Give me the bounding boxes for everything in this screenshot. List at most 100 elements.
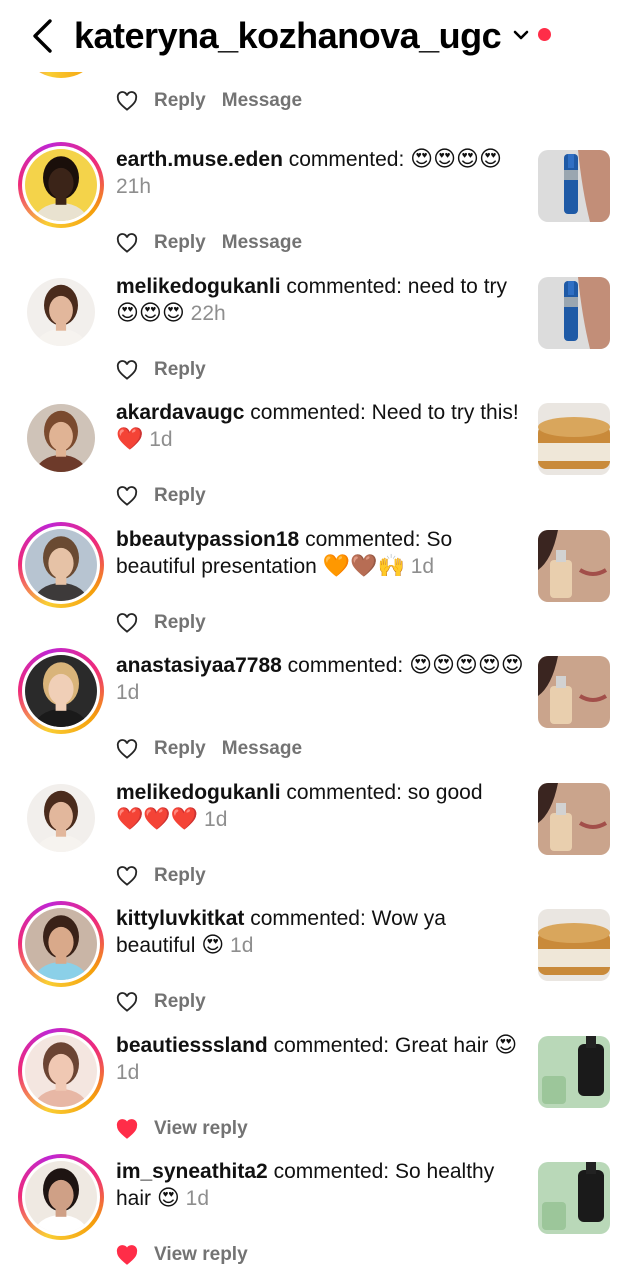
chevron-left-icon[interactable] xyxy=(30,18,56,54)
heart-filled-icon[interactable] xyxy=(116,1119,138,1139)
reply-button[interactable]: Reply xyxy=(154,359,206,381)
commented-label: commented: xyxy=(286,781,402,804)
avatar[interactable] xyxy=(18,775,104,861)
avatar[interactable] xyxy=(18,395,104,481)
commented-label: commented: xyxy=(250,907,366,930)
avatar[interactable] xyxy=(18,269,104,355)
commented-label: commented: xyxy=(287,654,404,677)
comment-actions: Reply Message xyxy=(116,230,318,256)
comment-text: bbeautypassion18 commented: So beautiful… xyxy=(116,526,524,580)
commented-label: commented: xyxy=(286,275,402,298)
timestamp: 21h xyxy=(116,175,152,198)
post-thumbnail[interactable] xyxy=(538,656,610,728)
heart-outline-icon[interactable] xyxy=(116,233,138,253)
timestamp: 1d xyxy=(116,1061,140,1084)
chevron-down-icon[interactable] xyxy=(512,28,530,42)
commented-label: commented: xyxy=(305,528,421,551)
comment-text: kittyluvkitkat commented: Wow ya beautif… xyxy=(116,905,524,959)
reply-button[interactable]: Reply xyxy=(154,485,206,507)
timestamp: 1d xyxy=(410,555,435,578)
post-thumbnail[interactable] xyxy=(538,909,610,981)
activity-feed: Reply Message earth.muse.eden commented:… xyxy=(0,0,636,1280)
comment-body: Great hair xyxy=(394,1034,489,1057)
timestamp: 1d xyxy=(230,934,254,957)
heart-outline-icon[interactable] xyxy=(116,992,138,1012)
emoji-text: 😍 xyxy=(494,1033,518,1058)
username[interactable]: kittyluvkitkat xyxy=(116,907,244,930)
comment-body: need to try xyxy=(407,275,508,298)
account-title[interactable]: kateryna_kozhanova_ugc xyxy=(74,14,502,58)
top-bar: kateryna_kozhanova_ugc xyxy=(0,0,636,72)
emoji-text: 😍 xyxy=(201,933,225,958)
avatar[interactable] xyxy=(18,1028,104,1114)
reply-button[interactable]: Reply xyxy=(154,738,206,760)
avatar[interactable] xyxy=(18,901,104,987)
username[interactable]: melikedogukanli xyxy=(116,275,281,298)
timestamp: 1d xyxy=(116,681,140,704)
reply-button[interactable]: Reply xyxy=(154,612,206,634)
username[interactable]: anastasiyaa7788 xyxy=(116,654,282,677)
avatar[interactable] xyxy=(18,142,104,228)
view-reply-button[interactable]: View reply xyxy=(154,1244,248,1266)
comment-text: melikedogukanli commented: need to try 😍… xyxy=(116,273,524,327)
timestamp: 1d xyxy=(204,808,228,831)
timestamp: 1d xyxy=(185,1187,210,1210)
comment-actions: Reply xyxy=(116,483,222,509)
username[interactable]: akardavaugc xyxy=(116,401,244,424)
username[interactable]: earth.muse.eden xyxy=(116,148,283,171)
comment-actions: View reply xyxy=(116,1242,264,1268)
commented-label: commented: xyxy=(250,401,366,424)
reply-button[interactable]: Reply xyxy=(154,991,206,1013)
heart-outline-icon[interactable] xyxy=(116,91,138,111)
username[interactable]: beautiesssland xyxy=(116,1034,268,1057)
heart-outline-icon[interactable] xyxy=(116,739,138,759)
heart-outline-icon[interactable] xyxy=(116,866,138,886)
post-thumbnail[interactable] xyxy=(538,403,610,475)
reply-button[interactable]: Reply xyxy=(154,232,206,254)
commented-label: commented: xyxy=(273,1160,390,1183)
heart-outline-icon[interactable] xyxy=(116,613,138,633)
comment-actions: Reply xyxy=(116,863,222,889)
username[interactable]: bbeautypassion18 xyxy=(116,528,299,551)
emoji-text: 🧡🤎🙌 xyxy=(322,554,405,579)
emoji-text: 😍😍😍 xyxy=(116,301,185,326)
comment-actions: Reply xyxy=(116,989,222,1015)
comment-actions: Reply Message xyxy=(116,736,318,762)
comment-actions: View reply xyxy=(116,1116,264,1142)
timestamp: 22h xyxy=(190,302,226,325)
emoji-text: 😍😍😍😍 xyxy=(410,147,502,172)
username[interactable]: im_syneathita2 xyxy=(116,1160,268,1183)
comment-text: anastasiyaa7788 commented: 😍😍😍😍😍 1d xyxy=(116,652,524,706)
emoji-text: 😍 xyxy=(156,1186,180,1211)
post-thumbnail[interactable] xyxy=(538,1036,610,1108)
commented-label: commented: xyxy=(273,1034,390,1057)
comment-actions: Reply xyxy=(116,610,222,636)
comment-text: earth.muse.eden commented: 😍😍😍😍 21h xyxy=(116,146,524,200)
timestamp: 1d xyxy=(149,428,173,451)
comment-text: im_syneathita2 commented: So healthy hai… xyxy=(116,1158,524,1212)
message-button[interactable]: Message xyxy=(222,738,302,760)
avatar[interactable] xyxy=(18,1154,104,1240)
message-button[interactable]: Message xyxy=(222,232,302,254)
comment-actions: Reply Message xyxy=(116,88,318,114)
comment-text: akardavaugc commented: Need to try this!… xyxy=(116,399,524,453)
heart-outline-icon[interactable] xyxy=(116,486,138,506)
reply-button[interactable]: Reply xyxy=(154,865,206,887)
reply-button[interactable]: Reply xyxy=(154,90,206,112)
post-thumbnail[interactable] xyxy=(538,530,610,602)
heart-filled-icon[interactable] xyxy=(116,1245,138,1265)
avatar[interactable] xyxy=(18,522,104,608)
post-thumbnail[interactable] xyxy=(538,150,610,222)
post-thumbnail[interactable] xyxy=(538,783,610,855)
comment-body: so good xyxy=(407,781,483,804)
message-button[interactable]: Message xyxy=(222,90,302,112)
comment-actions: Reply xyxy=(116,357,222,383)
post-thumbnail[interactable] xyxy=(538,1162,610,1234)
username[interactable]: melikedogukanli xyxy=(116,781,281,804)
avatar[interactable] xyxy=(18,648,104,734)
post-thumbnail[interactable] xyxy=(538,277,610,349)
comment-body: Need to try this! xyxy=(371,401,519,424)
comment-text: melikedogukanli commented: so good ❤️❤️❤… xyxy=(116,779,524,833)
view-reply-button[interactable]: View reply xyxy=(154,1118,248,1140)
heart-outline-icon[interactable] xyxy=(116,360,138,380)
